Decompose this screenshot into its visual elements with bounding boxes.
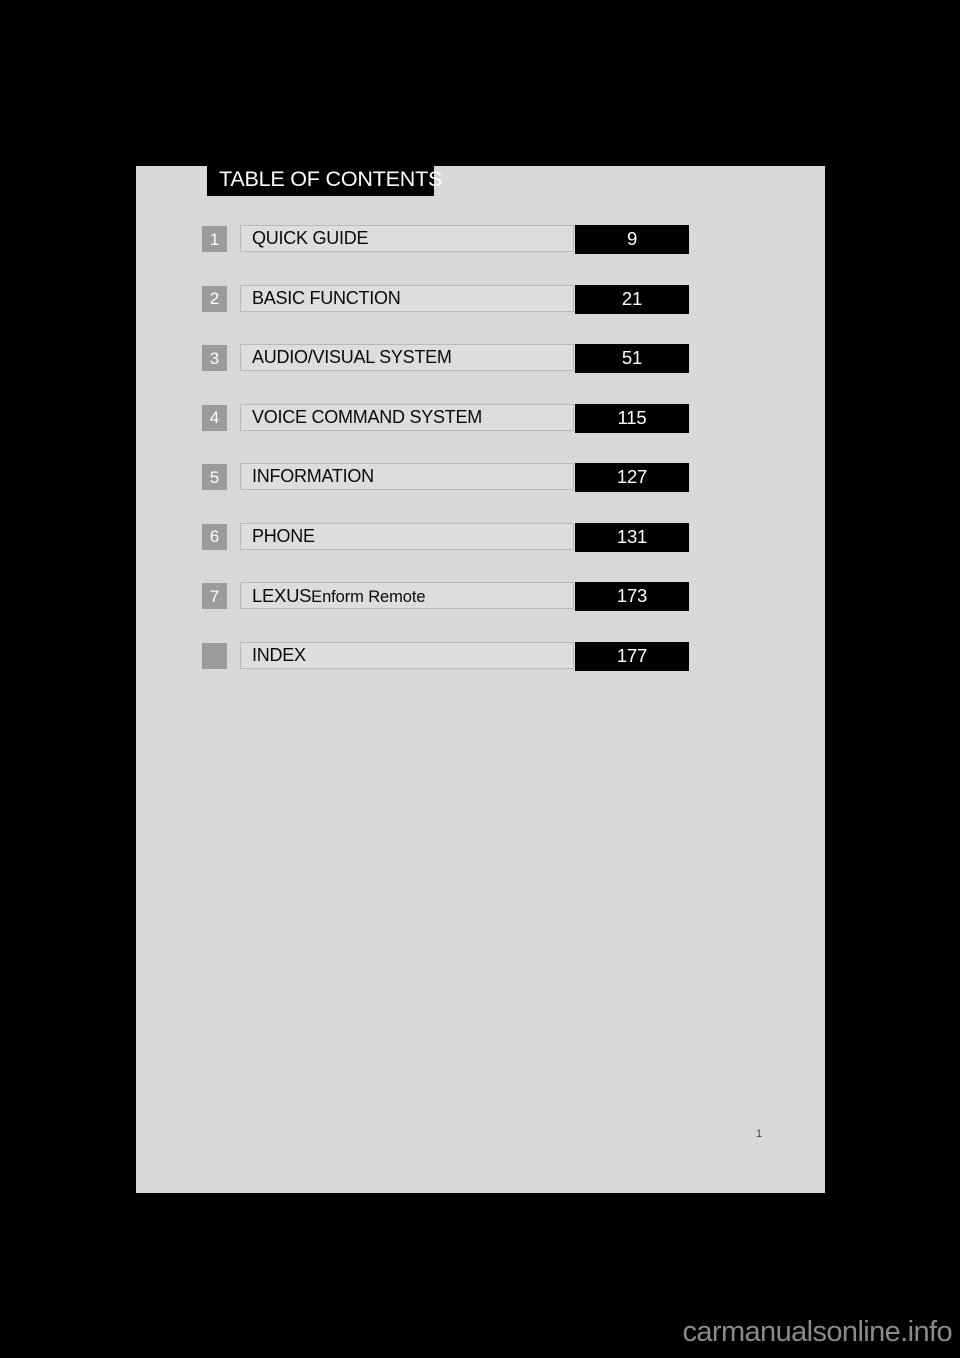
toc-row-lexus-enform-remote[interactable]: 7 LEXUSEnform Remote 173 xyxy=(202,579,689,639)
chapter-number: 2 xyxy=(209,289,220,308)
chapter-number: 7 xyxy=(209,586,220,606)
toc-row-index[interactable]: INDEX 177 xyxy=(202,639,689,699)
toc-row-voice-command-system[interactable]: 4 VOICE COMMAND SYSTEM 115 xyxy=(202,401,689,461)
chapter-number: 6 xyxy=(209,527,220,546)
chapter-number-badge: 2 xyxy=(202,285,227,312)
chapter-title-plate[interactable]: QUICK GUIDE xyxy=(240,225,574,252)
chapter-title: LEXUSEnform Remote xyxy=(241,584,426,607)
chapter-title: INFORMATION xyxy=(252,466,374,486)
chapter-number-badge: 3 xyxy=(202,345,227,371)
chapter-title: BASIC FUNCTION xyxy=(252,287,401,308)
chapter-page-plate[interactable]: 173 xyxy=(575,582,689,611)
toc-row-phone[interactable]: 6 PHONE 131 xyxy=(202,520,689,580)
chapter-page-number: 9 xyxy=(626,228,638,250)
chapter-title-plate[interactable]: INFORMATION xyxy=(240,463,574,490)
chapter-page-plate[interactable]: 21 xyxy=(575,284,689,314)
chapter-title: AUDIO/VISUAL SYSTEM xyxy=(252,347,452,367)
chapter-title: VOICE COMMAND SYSTEM xyxy=(252,406,483,427)
chapter-page-number: 127 xyxy=(616,466,648,488)
chapter-number-badge: 5 xyxy=(202,464,227,490)
chapter-number: 1 xyxy=(209,229,220,249)
brand-name: LEXUS xyxy=(252,584,312,606)
chapter-page-plate[interactable]: 115 xyxy=(575,403,689,433)
chapter-title: PHONE xyxy=(252,525,315,546)
chapter-page-plate[interactable]: 51 xyxy=(575,344,689,373)
chapter-page-plate[interactable]: 177 xyxy=(575,641,689,671)
chapter-title-plate[interactable]: VOICE COMMAND SYSTEM xyxy=(240,403,574,431)
chapter-number-badge: 1 xyxy=(202,226,227,252)
table-of-contents-list: 1 QUICK GUIDE 9 2 BASIC FUNCTION 21 3 AU… xyxy=(202,222,689,698)
toc-row-basic-function[interactable]: 2 BASIC FUNCTION 21 xyxy=(202,282,689,342)
chapter-page-plate[interactable]: 127 xyxy=(575,463,689,492)
chapter-number-badge xyxy=(202,642,227,669)
chapter-number-badge: 7 xyxy=(202,583,227,609)
page-folio-number: 1 xyxy=(756,1128,763,1140)
chapter-page-plate[interactable]: 131 xyxy=(575,522,689,552)
chapter-page-number: 51 xyxy=(621,347,643,369)
site-watermark: carmanualsonline.info xyxy=(682,1316,952,1348)
toc-row-audio-visual-system[interactable]: 3 AUDIO/VISUAL SYSTEM 51 xyxy=(202,341,689,401)
chapter-page-number: 131 xyxy=(616,525,648,547)
chapter-page-number: 115 xyxy=(617,406,647,428)
table-of-contents-heading: TABLE OF CONTENTS xyxy=(207,162,442,196)
chapter-title-plate[interactable]: PHONE xyxy=(240,522,574,550)
chapter-title: INDEX xyxy=(252,644,306,665)
chapter-number-badge: 6 xyxy=(202,523,227,550)
chapter-title-plate[interactable]: BASIC FUNCTION xyxy=(240,284,574,312)
toc-row-information[interactable]: 5 INFORMATION 127 xyxy=(202,460,689,520)
chapter-title-plate[interactable]: LEXUSEnform Remote xyxy=(240,582,574,609)
toc-row-quick-guide[interactable]: 1 QUICK GUIDE 9 xyxy=(202,222,689,282)
chapter-page-number: 173 xyxy=(616,585,648,607)
chapter-number: 4 xyxy=(209,408,220,427)
chapter-page-plate[interactable]: 9 xyxy=(575,225,689,254)
chapter-title: QUICK GUIDE xyxy=(252,228,369,248)
chapter-title-plate[interactable]: INDEX xyxy=(240,641,574,669)
chapter-page-number: 177 xyxy=(616,644,648,666)
chapter-number-badge: 4 xyxy=(202,404,227,431)
product-name: Enform Remote xyxy=(311,587,426,606)
chapter-number: 3 xyxy=(209,348,220,368)
chapter-page-number: 21 xyxy=(621,287,643,309)
page-title: TABLE OF CONTENTS xyxy=(219,166,443,191)
chapter-number: 5 xyxy=(209,467,220,487)
chapter-title-plate[interactable]: AUDIO/VISUAL SYSTEM xyxy=(240,344,574,371)
